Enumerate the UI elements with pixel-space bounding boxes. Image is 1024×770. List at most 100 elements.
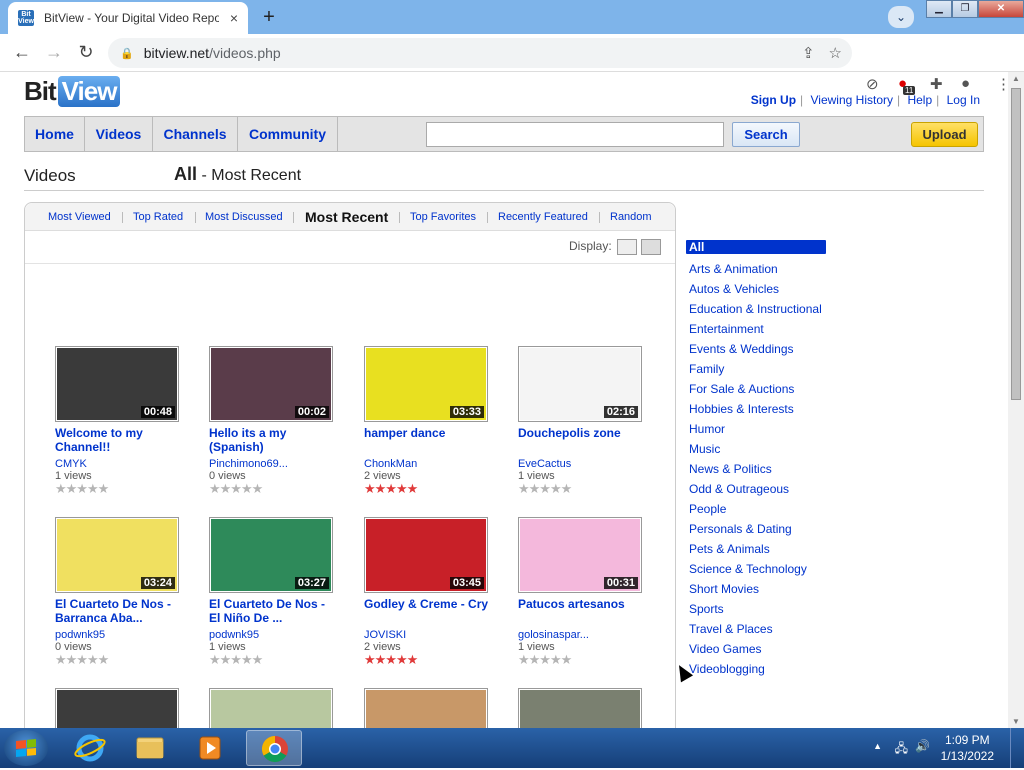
maximize-icon[interactable]: ❐	[952, 0, 978, 18]
video-uploader-link[interactable]: EveCactus	[518, 458, 648, 470]
forward-arrow-icon[interactable]: →	[38, 42, 70, 63]
address-bar[interactable]: 🔒 bitview.net/videos.php ⇪ ☆	[108, 38, 852, 68]
internet-explorer-icon[interactable]	[62, 730, 118, 766]
grid-view-icon[interactable]	[641, 239, 661, 255]
video-title-link[interactable]: Welcome to my Channel!!	[55, 426, 185, 454]
category-science-technology[interactable]: Science & Technology	[686, 559, 826, 579]
media-player-icon[interactable]	[182, 730, 238, 766]
video-thumbnail[interactable]: 00:39	[55, 688, 179, 728]
new-tab-button[interactable]: +	[256, 6, 282, 28]
search-input[interactable]	[426, 122, 724, 147]
back-arrow-icon[interactable]: ←	[6, 42, 38, 63]
sign-up-link[interactable]: Sign Up	[747, 93, 800, 107]
start-button[interactable]	[4, 730, 48, 766]
category-odd-outrageous[interactable]: Odd & Outrageous	[686, 479, 826, 499]
video-uploader-link[interactable]: podwnk95	[209, 629, 339, 641]
file-explorer-icon[interactable]	[122, 730, 178, 766]
video-card[interactable]: 03:33 hamper dance ChonkMan 2 views ★★★★★	[364, 346, 494, 496]
video-thumbnail[interactable]: 03:33	[364, 346, 488, 422]
video-thumbnail[interactable]: 00:48	[55, 346, 179, 422]
close-tab-icon[interactable]: ×	[230, 10, 238, 26]
tab-search-chevron-icon[interactable]: ⌄	[888, 6, 914, 28]
video-title-link[interactable]: hamper dance	[364, 426, 494, 454]
video-card[interactable]: 03:45 Godley & Creme - Cry JOVISKI 2 views ★…	[364, 517, 494, 667]
category-family[interactable]: Family	[686, 359, 826, 379]
network-icon[interactable]: 🖧	[895, 739, 908, 760]
nav-community[interactable]: Community	[238, 117, 338, 151]
upload-button[interactable]: Upload	[911, 122, 978, 147]
search-button[interactable]: Search	[732, 122, 800, 147]
category-sports[interactable]: Sports	[686, 599, 826, 619]
category-for-sale-auctions[interactable]: For Sale & Auctions	[686, 379, 826, 399]
tab-most-viewed[interactable]: Most Viewed	[48, 203, 111, 231]
category-all[interactable]: All	[686, 240, 826, 254]
video-title-link[interactable]: Godley & Creme - Cry	[364, 597, 494, 625]
chrome-taskbar-icon[interactable]	[246, 730, 302, 766]
video-thumbnail[interactable]: 04:09	[518, 688, 642, 728]
viewing-history-link[interactable]: Viewing History	[807, 93, 897, 107]
tab-top-favorites[interactable]: Top Favorites	[410, 203, 476, 231]
category-entertainment[interactable]: Entertainment	[686, 319, 826, 339]
category-humor[interactable]: Humor	[686, 419, 826, 439]
video-card[interactable]: 00:31 Patucos artesanos golosinaspar... 1 v…	[518, 517, 648, 667]
video-uploader-link[interactable]: JOVISKI	[364, 629, 494, 641]
bookmark-star-icon[interactable]: ☆	[829, 44, 842, 62]
video-card[interactable]: 00:39Azsenal ez el orijinal	[55, 688, 185, 728]
scrollbar-thumb[interactable]	[1011, 88, 1021, 400]
category-music[interactable]: Music	[686, 439, 826, 459]
log-in-link[interactable]: Log In	[943, 93, 984, 107]
video-title-link[interactable]: El Cuarteto De Nos - Barranca Aba...	[55, 597, 185, 625]
video-title-link[interactable]: Douchepolis zone	[518, 426, 648, 454]
video-card[interactable]: 02:16 Douchepolis zone EveCactus 1 views ★★★…	[518, 346, 648, 496]
video-uploader-link[interactable]: CMYK	[55, 458, 185, 470]
video-card[interactable]: 00:02 Hello its a my (Spanish) Pinchimono6…	[209, 346, 339, 496]
bitview-logo[interactable]: Bit View	[24, 76, 121, 107]
clock[interactable]: 1:09 PM 1/13/2022	[941, 732, 994, 764]
category-hobbies-interests[interactable]: Hobbies & Interests	[686, 399, 826, 419]
video-card[interactable]: 00:48 Welcome to my Channel!! CMYK 1 views ★…	[55, 346, 185, 496]
video-thumbnail[interactable]: 03:27	[209, 517, 333, 593]
video-title-link[interactable]: Patucos artesanos	[518, 597, 648, 625]
video-card[interactable]: 04:09Roblox Gameplay - Welcome To Detr..…	[518, 688, 648, 728]
category-video-games[interactable]: Video Games	[686, 639, 826, 659]
video-thumbnail[interactable]: 03:45	[364, 517, 488, 593]
video-thumbnail[interactable]: 02:16	[518, 346, 642, 422]
list-view-icon[interactable]	[617, 239, 637, 255]
category-videoblogging[interactable]: Videoblogging	[686, 659, 826, 679]
share-icon[interactable]: ⇪	[802, 44, 815, 62]
browser-tab[interactable]: Bit View BitView - Your Digital Video Rep…	[8, 2, 248, 34]
video-card[interactable]: 03:27 El Cuarteto De Nos - El Niño De ...…	[209, 517, 339, 667]
category-autos-vehicles[interactable]: Autos & Vehicles	[686, 279, 826, 299]
category-news-politics[interactable]: News & Politics	[686, 459, 826, 479]
tab-recently-featured[interactable]: Recently Featured	[498, 203, 588, 231]
category-travel-places[interactable]: Travel & Places	[686, 619, 826, 639]
video-uploader-link[interactable]: podwnk95	[55, 629, 185, 641]
video-uploader-link[interactable]: golosinaspar...	[518, 629, 648, 641]
tab-most-recent[interactable]: Most Recent	[305, 203, 388, 231]
nav-home[interactable]: Home	[25, 117, 85, 151]
category-arts-animation[interactable]: Arts & Animation	[686, 259, 826, 279]
video-title-link[interactable]: Hello its a my (Spanish)	[209, 426, 339, 454]
reload-icon[interactable]: ↻	[70, 42, 102, 63]
video-card[interactable]: 03:24 El Cuarteto De Nos - Barranca Aba..…	[55, 517, 185, 667]
category-short-movies[interactable]: Short Movies	[686, 579, 826, 599]
video-thumbnail[interactable]: 03:14	[364, 688, 488, 728]
category-pets-animals[interactable]: Pets & Animals	[686, 539, 826, 559]
page-scrollbar[interactable]: ▲ ▼	[1008, 72, 1024, 728]
nav-videos[interactable]: Videos	[85, 117, 153, 151]
category-education-instructional[interactable]: Education & Instructional	[686, 299, 826, 319]
tab-top-rated[interactable]: Top Rated	[133, 203, 183, 231]
close-window-icon[interactable]: ✕	[978, 0, 1024, 18]
video-thumbnail[interactable]: 03:24	[55, 517, 179, 593]
video-uploader-link[interactable]: Pinchimono69...	[209, 458, 339, 470]
tab-most-discussed[interactable]: Most Discussed	[205, 203, 283, 231]
category-personals-dating[interactable]: Personals & Dating	[686, 519, 826, 539]
minimize-icon[interactable]: ▁	[926, 0, 952, 18]
video-thumbnail[interactable]: 00:02	[209, 346, 333, 422]
nav-channels[interactable]: Channels	[153, 117, 238, 151]
video-title-link[interactable]: El Cuarteto De Nos - El Niño De ...	[209, 597, 339, 625]
show-desktop-button[interactable]	[1010, 728, 1024, 768]
tray-expand-icon[interactable]: ▲	[873, 741, 882, 751]
category-events-weddings[interactable]: Events & Weddings	[686, 339, 826, 359]
video-card[interactable]: 03:14Gorillaz - Tomorrow Comes Today...	[364, 688, 494, 728]
